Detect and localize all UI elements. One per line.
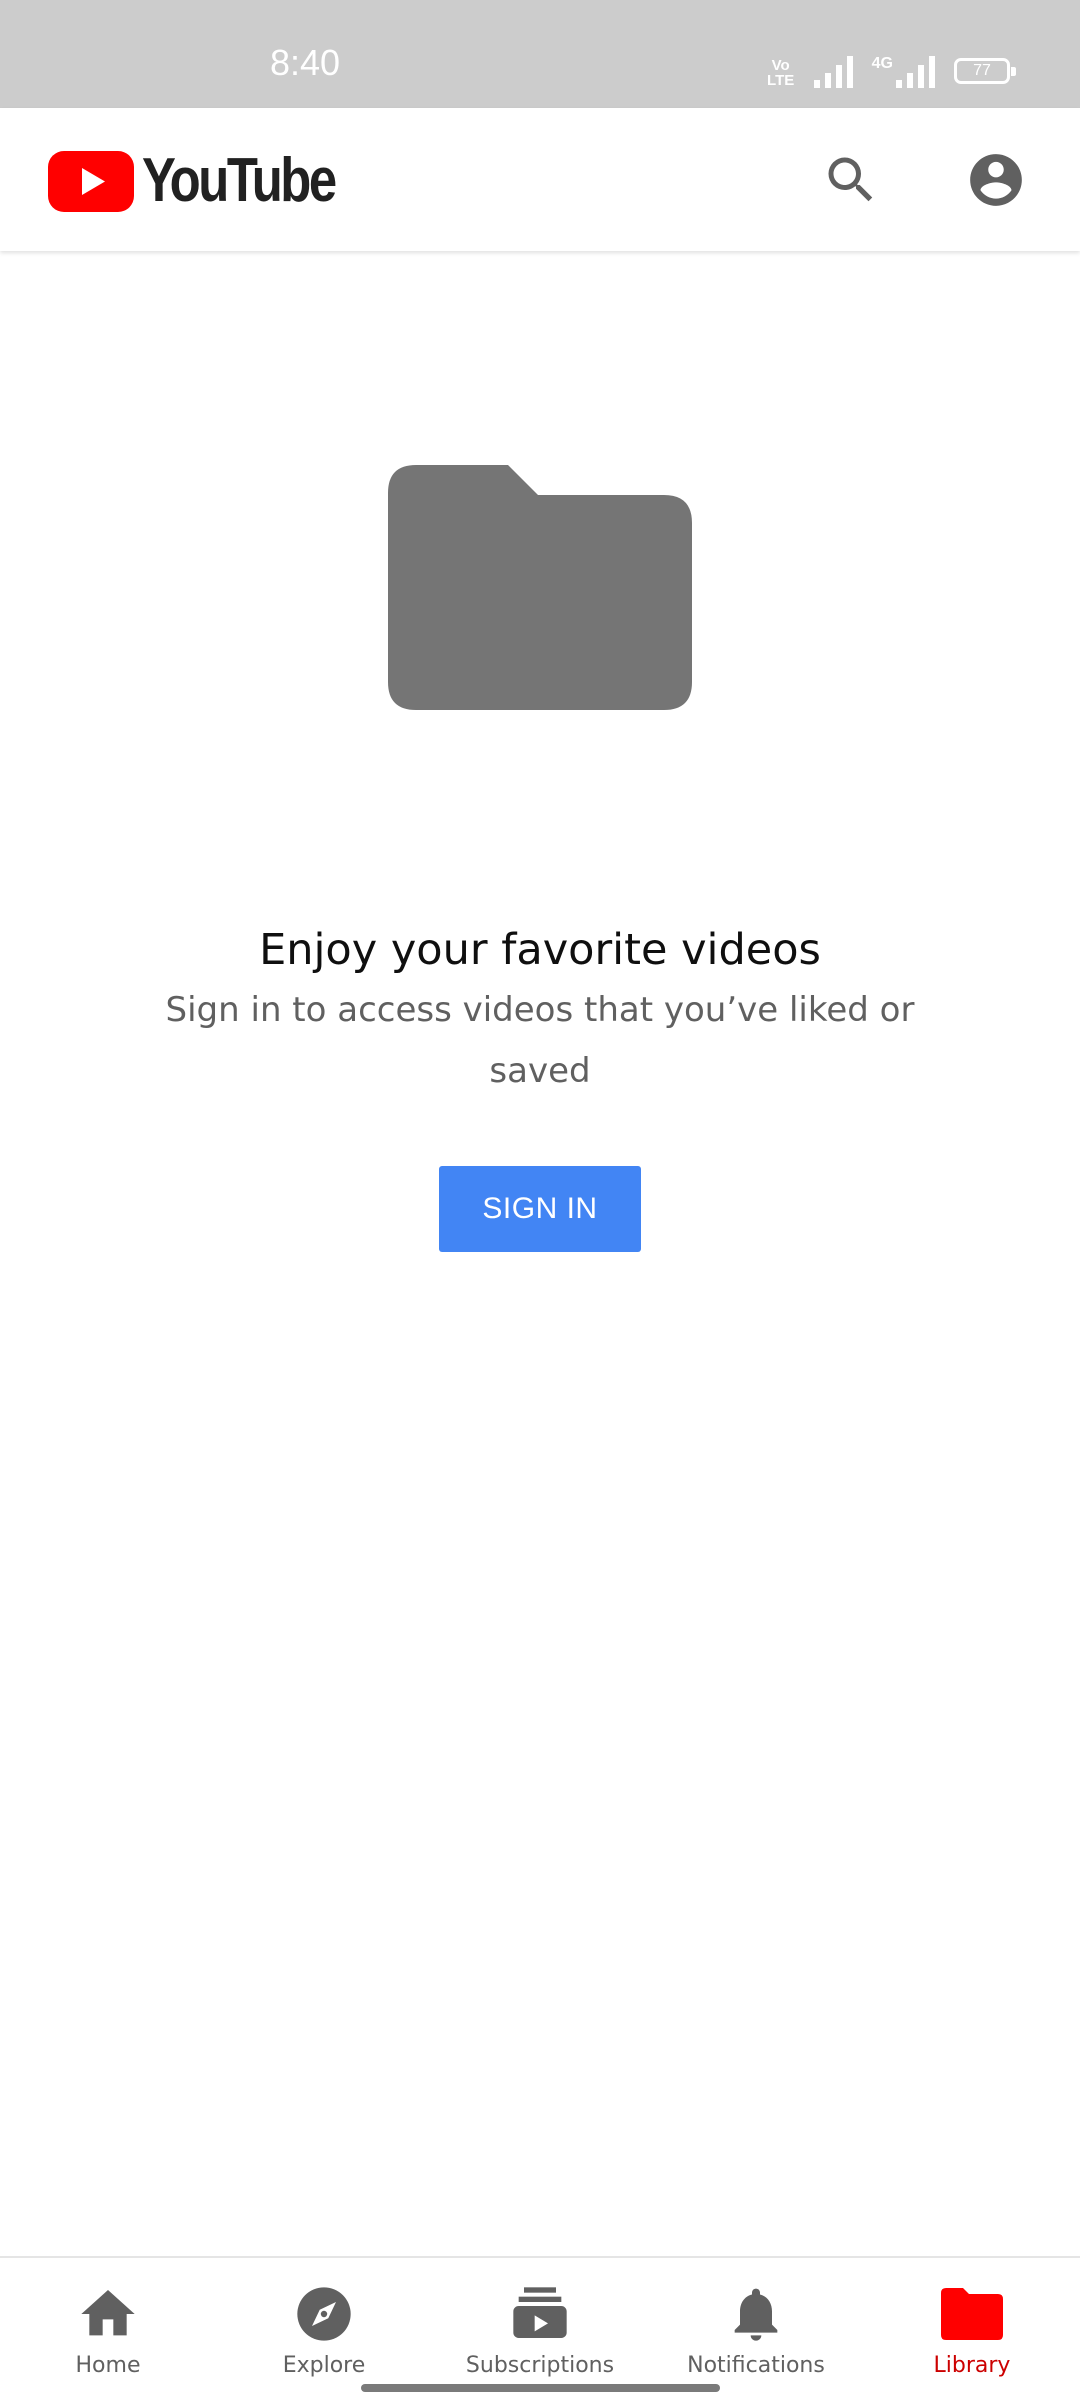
subscriptions-icon-wrap [508,2282,572,2346]
status-time: 8:40 [270,42,341,83]
sign-in-button[interactable]: SIGN IN [439,1166,641,1252]
nav-label-subscriptions: Subscriptions [465,2353,615,2378]
folder-icon [388,465,692,710]
subscriptions-icon [513,2287,567,2338]
search-icon [828,157,873,202]
bell-icon-wrap [724,2282,788,2346]
home-icon [81,2290,135,2336]
battery-level: 77 [973,62,991,79]
library-folder-icon [941,2288,1003,2340]
nav-label-notifications: Notifications [687,2353,825,2378]
status-icons: Vo LTE 4G 77 [764,48,1016,89]
volte-indicator: Vo LTE [767,57,795,89]
bell-icon [734,2288,778,2341]
nav-item-library[interactable]: Library [864,2258,1080,2402]
account-button[interactable] [958,142,1034,218]
nav-item-explore[interactable]: Explore [216,2258,432,2402]
signal-strength-icon-2 [896,56,935,88]
logo-text: YouTube [142,146,337,215]
signal-strength-icon [813,56,853,88]
nav-label-explore: Explore [282,2353,366,2378]
empty-state-subtitle: Sign in to access videos that you’ve lik… [165,990,915,1091]
nav-label-home: Home [75,2353,141,2378]
nav-label-library: Library [933,2353,1011,2378]
home-icon-wrap [76,2282,140,2346]
status-bar: 8:40 Vo LTE 4G 77 [0,0,1080,108]
compass-icon-wrap [292,2282,356,2346]
search-button[interactable] [813,142,889,218]
bottom-navigation: Home Explore Subscriptions Notifications… [0,2256,1080,2402]
network-type-label: 4G [871,55,893,72]
compass-icon [297,2287,351,2341]
mobile-data-indicator: 4G [872,56,938,88]
library-icon-wrap [940,2282,1004,2346]
nav-item-home[interactable]: Home [0,2258,216,2402]
account-circle-icon [970,154,1022,206]
nav-item-notifications[interactable]: Notifications [648,2258,864,2402]
youtube-play-icon [48,150,134,212]
nav-item-subscriptions[interactable]: Subscriptions [432,2258,648,2402]
youtube-logo[interactable]: YouTube [48,150,377,212]
empty-state-title: Enjoy your favorite videos [259,925,821,975]
app-header: YouTube [0,108,1080,251]
battery-icon: 77 [954,58,1016,84]
gesture-navigation-bar[interactable] [361,2384,720,2392]
